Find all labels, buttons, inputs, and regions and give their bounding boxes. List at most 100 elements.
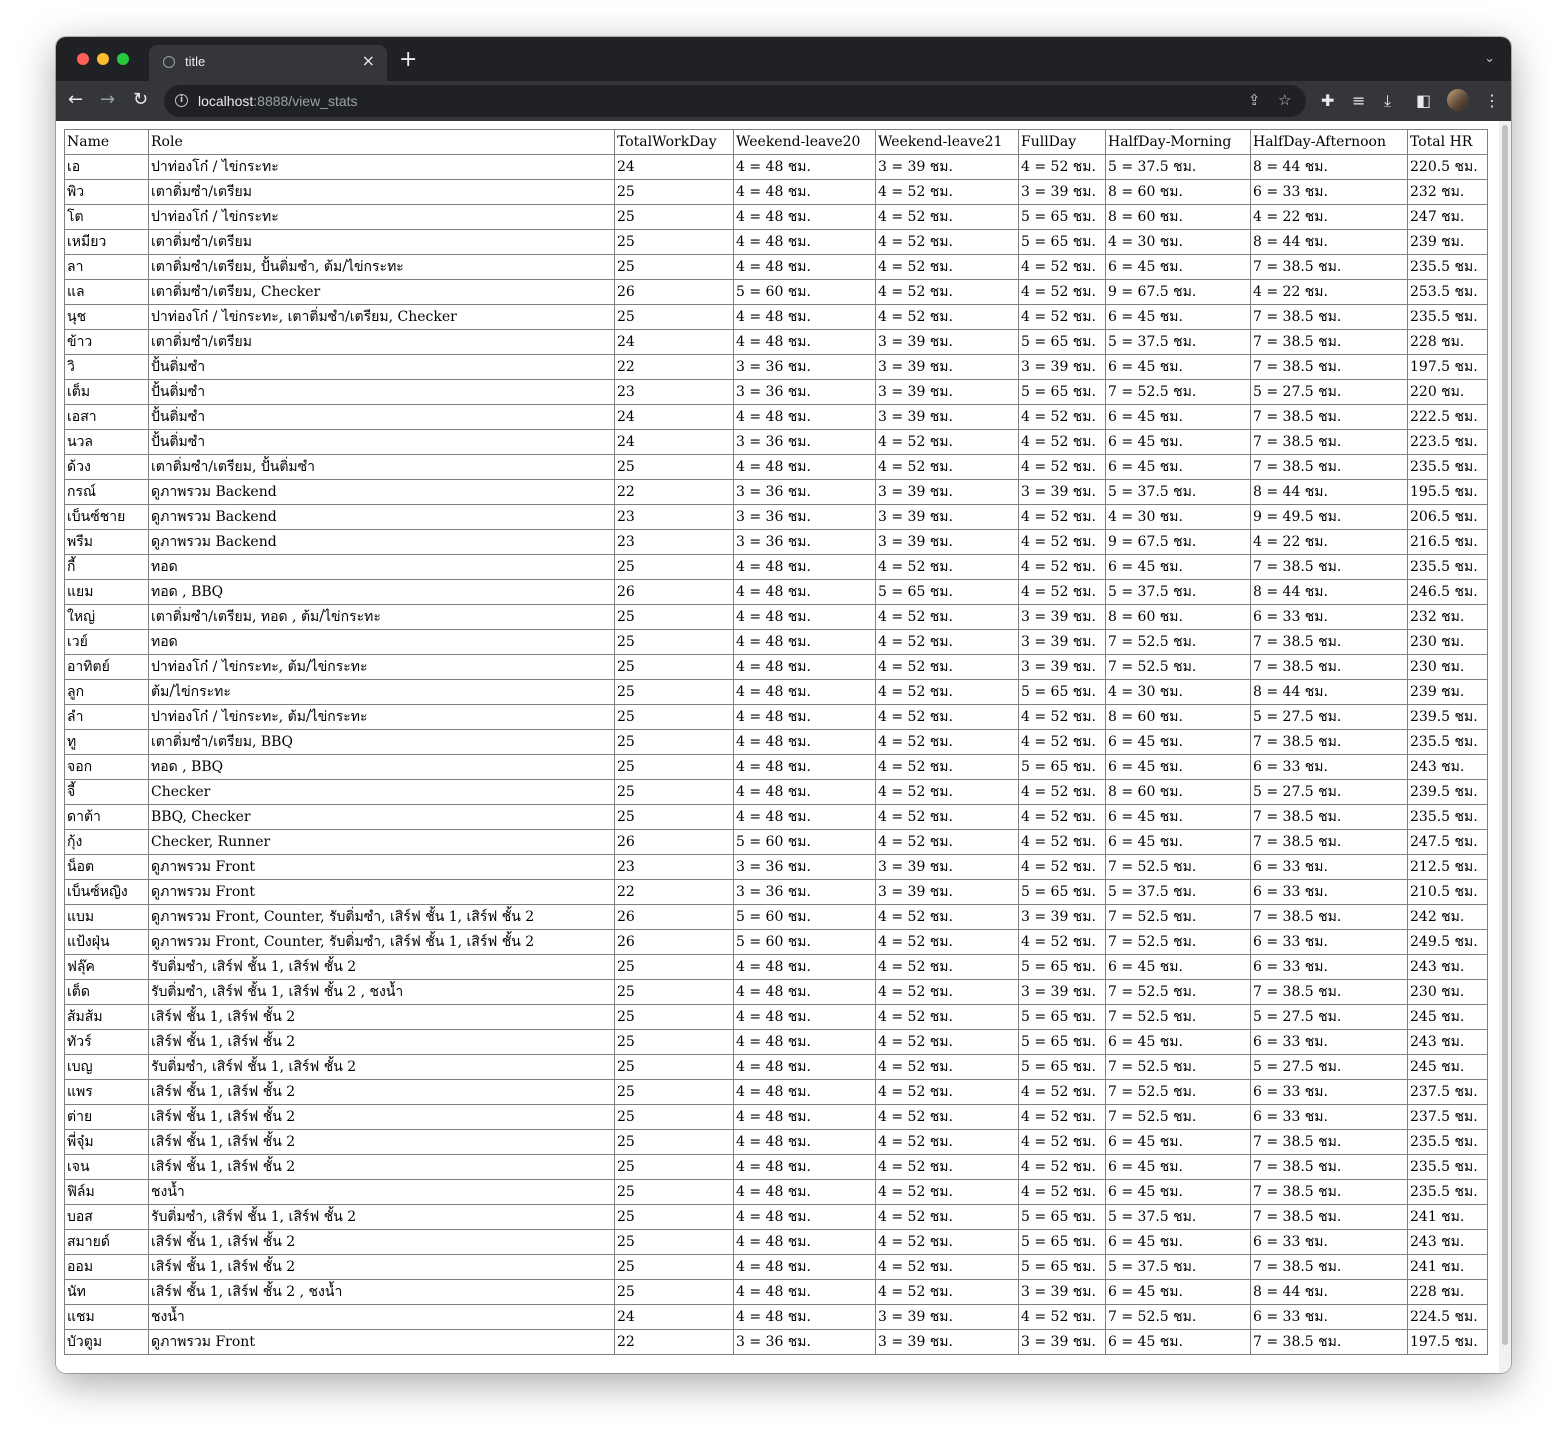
cell-halfday-morning: 7 = 52.5 ชม. <box>1105 1104 1251 1130</box>
cell-fullday: 4 = 52 ชม. <box>1018 554 1106 580</box>
cell-weekend-leave20: 4 = 48 ชม. <box>733 804 876 830</box>
cell-weekend-leave20: 4 = 48 ชม. <box>733 229 876 255</box>
cell-fullday: 5 = 65 ชม. <box>1018 1054 1106 1080</box>
cell-halfday-afternoon: 5 = 27.5 ชม. <box>1250 379 1408 405</box>
cell-halfday-morning: 8 = 60 ชม. <box>1105 604 1251 630</box>
cell-total-hr: 243 ชม. <box>1407 954 1488 980</box>
cell-weekend-leave20: 4 = 48 ชม. <box>733 1004 876 1030</box>
cell-fullday: 5 = 65 ชม. <box>1018 379 1106 405</box>
cell-halfday-morning: 7 = 52.5 ชม. <box>1105 979 1251 1005</box>
cell-weekend-leave20: 3 = 36 ชม. <box>733 379 876 405</box>
cell-total-workday: 25 <box>614 1179 734 1205</box>
cell-total-hr: 228 ชม. <box>1407 329 1488 355</box>
cell-name: กี้ <box>64 554 149 580</box>
cell-halfday-afternoon: 6 = 33 ชม. <box>1250 1304 1408 1330</box>
globe-icon <box>163 56 175 68</box>
cell-total-hr: 235.5 ชม. <box>1407 554 1488 580</box>
table-row: จอก ทอด , BBQ 25 4 = 48 ชม. 4 = 52 ชม. 5 = 65… <box>64 754 1488 780</box>
cell-halfday-afternoon: 7 = 38.5 ชม. <box>1250 1154 1408 1180</box>
share-icon[interactable]: ⇪ <box>1248 91 1261 109</box>
cell-weekend-leave21: 4 = 52 ชม. <box>875 254 1019 280</box>
new-tab-button[interactable]: + <box>399 47 417 72</box>
cell-total-workday: 25 <box>614 179 734 205</box>
cell-total-workday: 25 <box>614 254 734 280</box>
cell-weekend-leave21: 4 = 52 ชม. <box>875 779 1019 805</box>
cell-weekend-leave21: 4 = 52 ชม. <box>875 1179 1019 1205</box>
extensions-icon[interactable]: ✚ <box>1321 91 1334 110</box>
cell-halfday-afternoon: 4 = 22 ชม. <box>1250 529 1408 555</box>
cell-weekend-leave20: 4 = 48 ชม. <box>733 304 876 330</box>
menu-dots-icon[interactable]: ⋮ <box>1484 91 1500 110</box>
cell-total-hr: 245 ชม. <box>1407 1054 1488 1080</box>
cell-weekend-leave21: 4 = 52 ชม. <box>875 1029 1019 1055</box>
cell-fullday: 4 = 52 ชม. <box>1018 854 1106 880</box>
cell-total-workday: 25 <box>614 754 734 780</box>
cell-role: ชงน้ำ <box>148 1179 615 1205</box>
cell-fullday: 4 = 52 ชม. <box>1018 729 1106 755</box>
cell-total-hr: 243 ชม. <box>1407 1029 1488 1055</box>
stats-table: Name Role TotalWorkDay Weekend-leave20 Weeke… <box>64 129 1488 1355</box>
tab-active[interactable]: title × <box>149 45 387 81</box>
table-row: เอ ปาท่องโก๋ / ไข่กระทะ 24 4 = 48 ชม. 3 = 39… <box>64 154 1488 180</box>
cell-weekend-leave20: 3 = 36 ชม. <box>733 879 876 905</box>
cell-halfday-afternoon: 6 = 33 ชม. <box>1250 604 1408 630</box>
back-arrow-icon[interactable]: ← <box>68 89 83 110</box>
table-row: สมายด์ เสิร์ฟ ชั้น 1, เสิร์ฟ ชั้น 2 25 4 = … <box>64 1229 1488 1255</box>
cell-halfday-morning: 8 = 60 ชม. <box>1105 704 1251 730</box>
cell-total-workday: 25 <box>614 454 734 480</box>
media-control-icon[interactable]: ≡ <box>1352 91 1365 110</box>
cell-halfday-morning: 6 = 45 ชม. <box>1105 1229 1251 1255</box>
table-row: โต ปาท่องโก๋ / ไข่กระทะ 25 4 = 48 ชม. 4 = 52… <box>64 204 1488 230</box>
cell-weekend-leave21: 4 = 52 ชม. <box>875 804 1019 830</box>
cell-total-workday: 26 <box>614 829 734 855</box>
star-icon[interactable]: ☆ <box>1278 91 1291 109</box>
close-window-button[interactable] <box>77 53 89 65</box>
table-row: เบ็นซ์ชาย ดูภาพรวม Backend 23 3 = 36 ชม. 3 =… <box>64 504 1488 530</box>
info-icon[interactable]: i <box>175 94 188 107</box>
cell-weekend-leave21: 4 = 52 ชม. <box>875 704 1019 730</box>
url-text[interactable]: localhost:8888/view_stats <box>198 93 358 109</box>
forward-arrow-icon[interactable]: → <box>100 89 115 110</box>
sidebar-icon[interactable]: ◧ <box>1416 91 1431 110</box>
download-icon[interactable]: ⤓ <box>1384 91 1391 111</box>
table-row: พี่จุ๋ม เสิร์ฟ ชั้น 1, เสิร์ฟ ชั้น 2 25 4 =… <box>64 1129 1488 1155</box>
cell-total-hr: 246.5 ชม. <box>1407 579 1488 605</box>
cell-weekend-leave21: 4 = 52 ชม. <box>875 979 1019 1005</box>
cell-total-hr: 243 ชม. <box>1407 1229 1488 1255</box>
profile-avatar[interactable] <box>1447 89 1469 111</box>
cell-name: กรณ์ <box>64 479 149 505</box>
cell-total-hr: 230 ชม. <box>1407 979 1488 1005</box>
minimize-window-button[interactable] <box>97 53 109 65</box>
table-row: เต็ม ปั้นติ่มซำ 23 3 = 36 ชม. 3 = 39 ชม. 5 = … <box>64 379 1488 405</box>
chevron-down-icon[interactable]: ⌄ <box>1484 51 1495 66</box>
reload-icon[interactable]: ↻ <box>133 89 148 110</box>
scrollbar-thumb[interactable] <box>1502 125 1508 1345</box>
tab-close-icon[interactable]: × <box>362 51 375 70</box>
maximize-window-button[interactable] <box>117 53 129 65</box>
column-header-total-hr: Total HR <box>1407 129 1488 155</box>
cell-halfday-morning: 5 = 37.5 ชม. <box>1105 1254 1251 1280</box>
cell-name: อาทิตย์ <box>64 654 149 680</box>
cell-halfday-morning: 6 = 45 ชม. <box>1105 754 1251 780</box>
vertical-scrollbar[interactable] <box>1499 121 1511 1373</box>
cell-name: ลูก <box>64 679 149 705</box>
cell-fullday: 4 = 52 ชม. <box>1018 279 1106 305</box>
cell-role: ดูภาพรวม Front <box>148 854 615 880</box>
table-row: ใหญ่ เตาติ่มซำ/เตรียม, ทอด , ต้ม/ไข่กระทะ… <box>64 604 1488 630</box>
cell-name: เอสา <box>64 404 149 430</box>
cell-weekend-leave21: 4 = 52 ชม. <box>875 754 1019 780</box>
cell-total-workday: 24 <box>614 1304 734 1330</box>
cell-fullday: 4 = 52 ชม. <box>1018 254 1106 280</box>
cell-fullday: 5 = 65 ชม. <box>1018 329 1106 355</box>
address-bar[interactable]: i localhost:8888/view_stats ⇪ ☆ <box>164 85 1306 117</box>
cell-role: ปั้นติ่มซำ <box>148 354 615 380</box>
cell-halfday-afternoon: 6 = 33 ชม. <box>1250 1104 1408 1130</box>
table-row: กี้ ทอด 25 4 = 48 ชม. 4 = 52 ชม. 4 = 52 ชม. 6 … <box>64 554 1488 580</box>
cell-fullday: 4 = 52 ชม. <box>1018 304 1106 330</box>
cell-weekend-leave20: 3 = 36 ชม. <box>733 479 876 505</box>
cell-weekend-leave20: 4 = 48 ชม. <box>733 779 876 805</box>
cell-weekend-leave21: 3 = 39 ชม. <box>875 404 1019 430</box>
cell-name: ลำ <box>64 704 149 730</box>
cell-weekend-leave21: 4 = 52 ชม. <box>875 1229 1019 1255</box>
cell-name: แพร <box>64 1079 149 1105</box>
